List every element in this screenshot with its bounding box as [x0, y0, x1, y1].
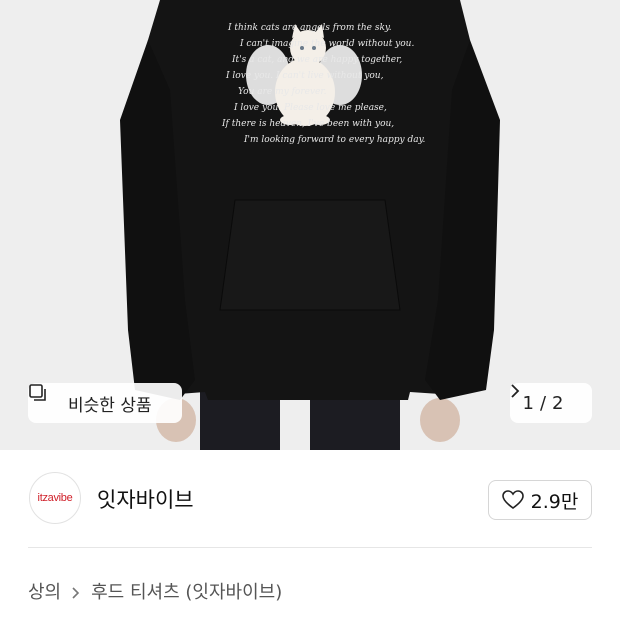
print-line: I love you. Please love me please,	[233, 103, 387, 113]
print-line: It's a cat, and we are happy together,	[231, 55, 402, 65]
brand-logo[interactable]: itzavibe	[29, 472, 81, 524]
divider	[28, 547, 592, 548]
brand-row: itzavibe 잇자바이브 2.9만	[0, 450, 620, 548]
brand-logo-text: itzavibe	[37, 492, 73, 504]
like-count: 2.9만	[530, 490, 579, 513]
chevron-right-icon	[511, 384, 579, 411]
print-line: You are my forever.	[238, 87, 327, 97]
heart-icon	[501, 490, 524, 510]
breadcrumb-item-category[interactable]: 상의	[28, 578, 61, 604]
print-line: I can't imagine the world without you.	[239, 39, 414, 49]
breadcrumb: 상의 후드 티셔츠 (잇자바이브)	[28, 578, 282, 604]
image-pager[interactable]: 1 / 2	[510, 383, 592, 423]
product-image[interactable]: I think cats are angels from the sky. I …	[0, 0, 620, 450]
similar-items-label: 비슷한 상품	[68, 395, 152, 416]
like-button[interactable]: 2.9만	[488, 480, 592, 520]
print-line: I think cats are angels from the sky.	[227, 23, 392, 33]
pager-separator: /	[539, 392, 547, 414]
brand-name[interactable]: 잇자바이브	[97, 484, 194, 514]
chevron-right-icon	[71, 584, 81, 599]
pager-current: 1	[522, 392, 534, 414]
print-line: I love you. I can't live without you,	[225, 71, 384, 81]
pager-total: 2	[552, 392, 564, 414]
print-line: I'm looking forward to every happy day.	[243, 135, 425, 145]
print-line: If there is heaven, I've been with you,	[221, 119, 394, 129]
similar-items-button[interactable]: 비슷한 상품	[28, 383, 182, 423]
breadcrumb-item-subcategory[interactable]: 후드 티셔츠 (잇자바이브)	[91, 578, 282, 604]
similar-items-icon	[29, 384, 60, 413]
